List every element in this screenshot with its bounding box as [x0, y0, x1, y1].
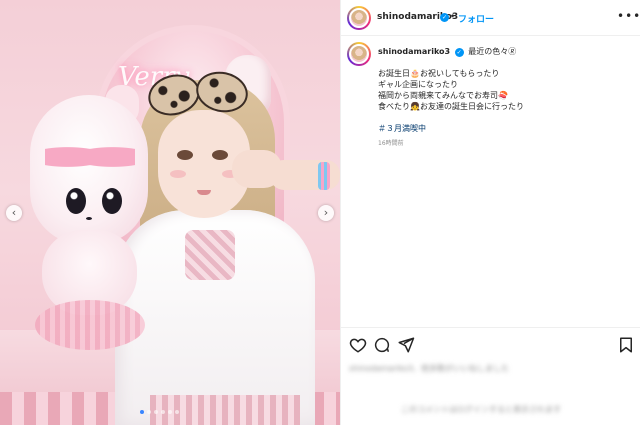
plush-right-eye	[102, 188, 122, 214]
plush-nose	[86, 217, 92, 220]
action-bar	[341, 327, 640, 359]
carousel-dot	[161, 410, 165, 414]
carousel-dot	[175, 410, 179, 414]
carousel-dot	[140, 410, 144, 414]
plush-bunny-bow	[45, 140, 135, 174]
post-timestamp: 16時間前	[378, 140, 404, 147]
caption-line: お誕生日🎂お祝いしてもらったり	[378, 69, 500, 78]
avatar[interactable]	[347, 6, 371, 30]
header-separator: •	[450, 12, 456, 22]
heart-icon[interactable]	[349, 336, 367, 354]
post-side-panel: shinodamariko3 ✓ • フォロー ••• shinodamarik…	[340, 0, 640, 425]
caption-username[interactable]: shinodamariko3	[378, 47, 450, 56]
caption-line: 福岡から両親来てみんなでお寿司🍣	[378, 91, 508, 100]
plush-left-eye	[66, 188, 86, 214]
peace-sign-hand	[232, 150, 282, 188]
comment-login-notice: このコメントはログインすると表示されます	[401, 405, 561, 414]
caption-line: ギャル企画になったり	[378, 80, 458, 89]
person-left-cheek	[170, 170, 186, 178]
verified-badge-icon: ✓	[440, 13, 449, 22]
caption-body: お誕生日🎂お祝いしてもらったり ギャル企画になったり 福岡から両親来てみんなでお…	[378, 68, 628, 112]
caption-verified-icon: ✓	[454, 48, 464, 57]
carousel-dot	[168, 410, 172, 414]
person-left-eye	[177, 150, 193, 160]
caption-avatar[interactable]	[347, 42, 371, 66]
comment-icon[interactable]	[373, 336, 391, 354]
caption-header: shinodamariko3 ✓ 最近の色々🄬	[378, 46, 516, 57]
plush-bunny-tutu	[35, 300, 145, 350]
carousel-dot	[154, 410, 158, 414]
hashtag-link[interactable]: ＃３月満喫中	[378, 123, 426, 134]
carousel-prev-button[interactable]: ‹	[6, 205, 22, 221]
person-right-eye	[212, 150, 228, 160]
post-header: shinodamariko3 ✓ • フォロー •••	[341, 0, 640, 36]
more-horizontal-icon[interactable]: •••	[617, 9, 640, 23]
share-icon[interactable]	[397, 336, 415, 354]
beaded-bracelet	[318, 162, 330, 190]
likes-text: shinodamariko3、他多数がいいねしました	[349, 364, 509, 373]
person-plaid-ribbon	[185, 230, 235, 280]
caption-first-line: 最近の色々🄬	[468, 47, 517, 56]
caption-line: 食べたり👧お友達の誕生日会に行ったり	[378, 102, 524, 111]
carousel-dot	[147, 410, 151, 414]
follow-button[interactable]: フォロー	[458, 12, 494, 25]
carousel-dots	[140, 410, 179, 414]
bookmark-icon[interactable]	[617, 336, 635, 354]
post-photo[interactable]: Verry ‹ ›	[0, 0, 340, 425]
carousel-next-button[interactable]: ›	[318, 205, 334, 221]
